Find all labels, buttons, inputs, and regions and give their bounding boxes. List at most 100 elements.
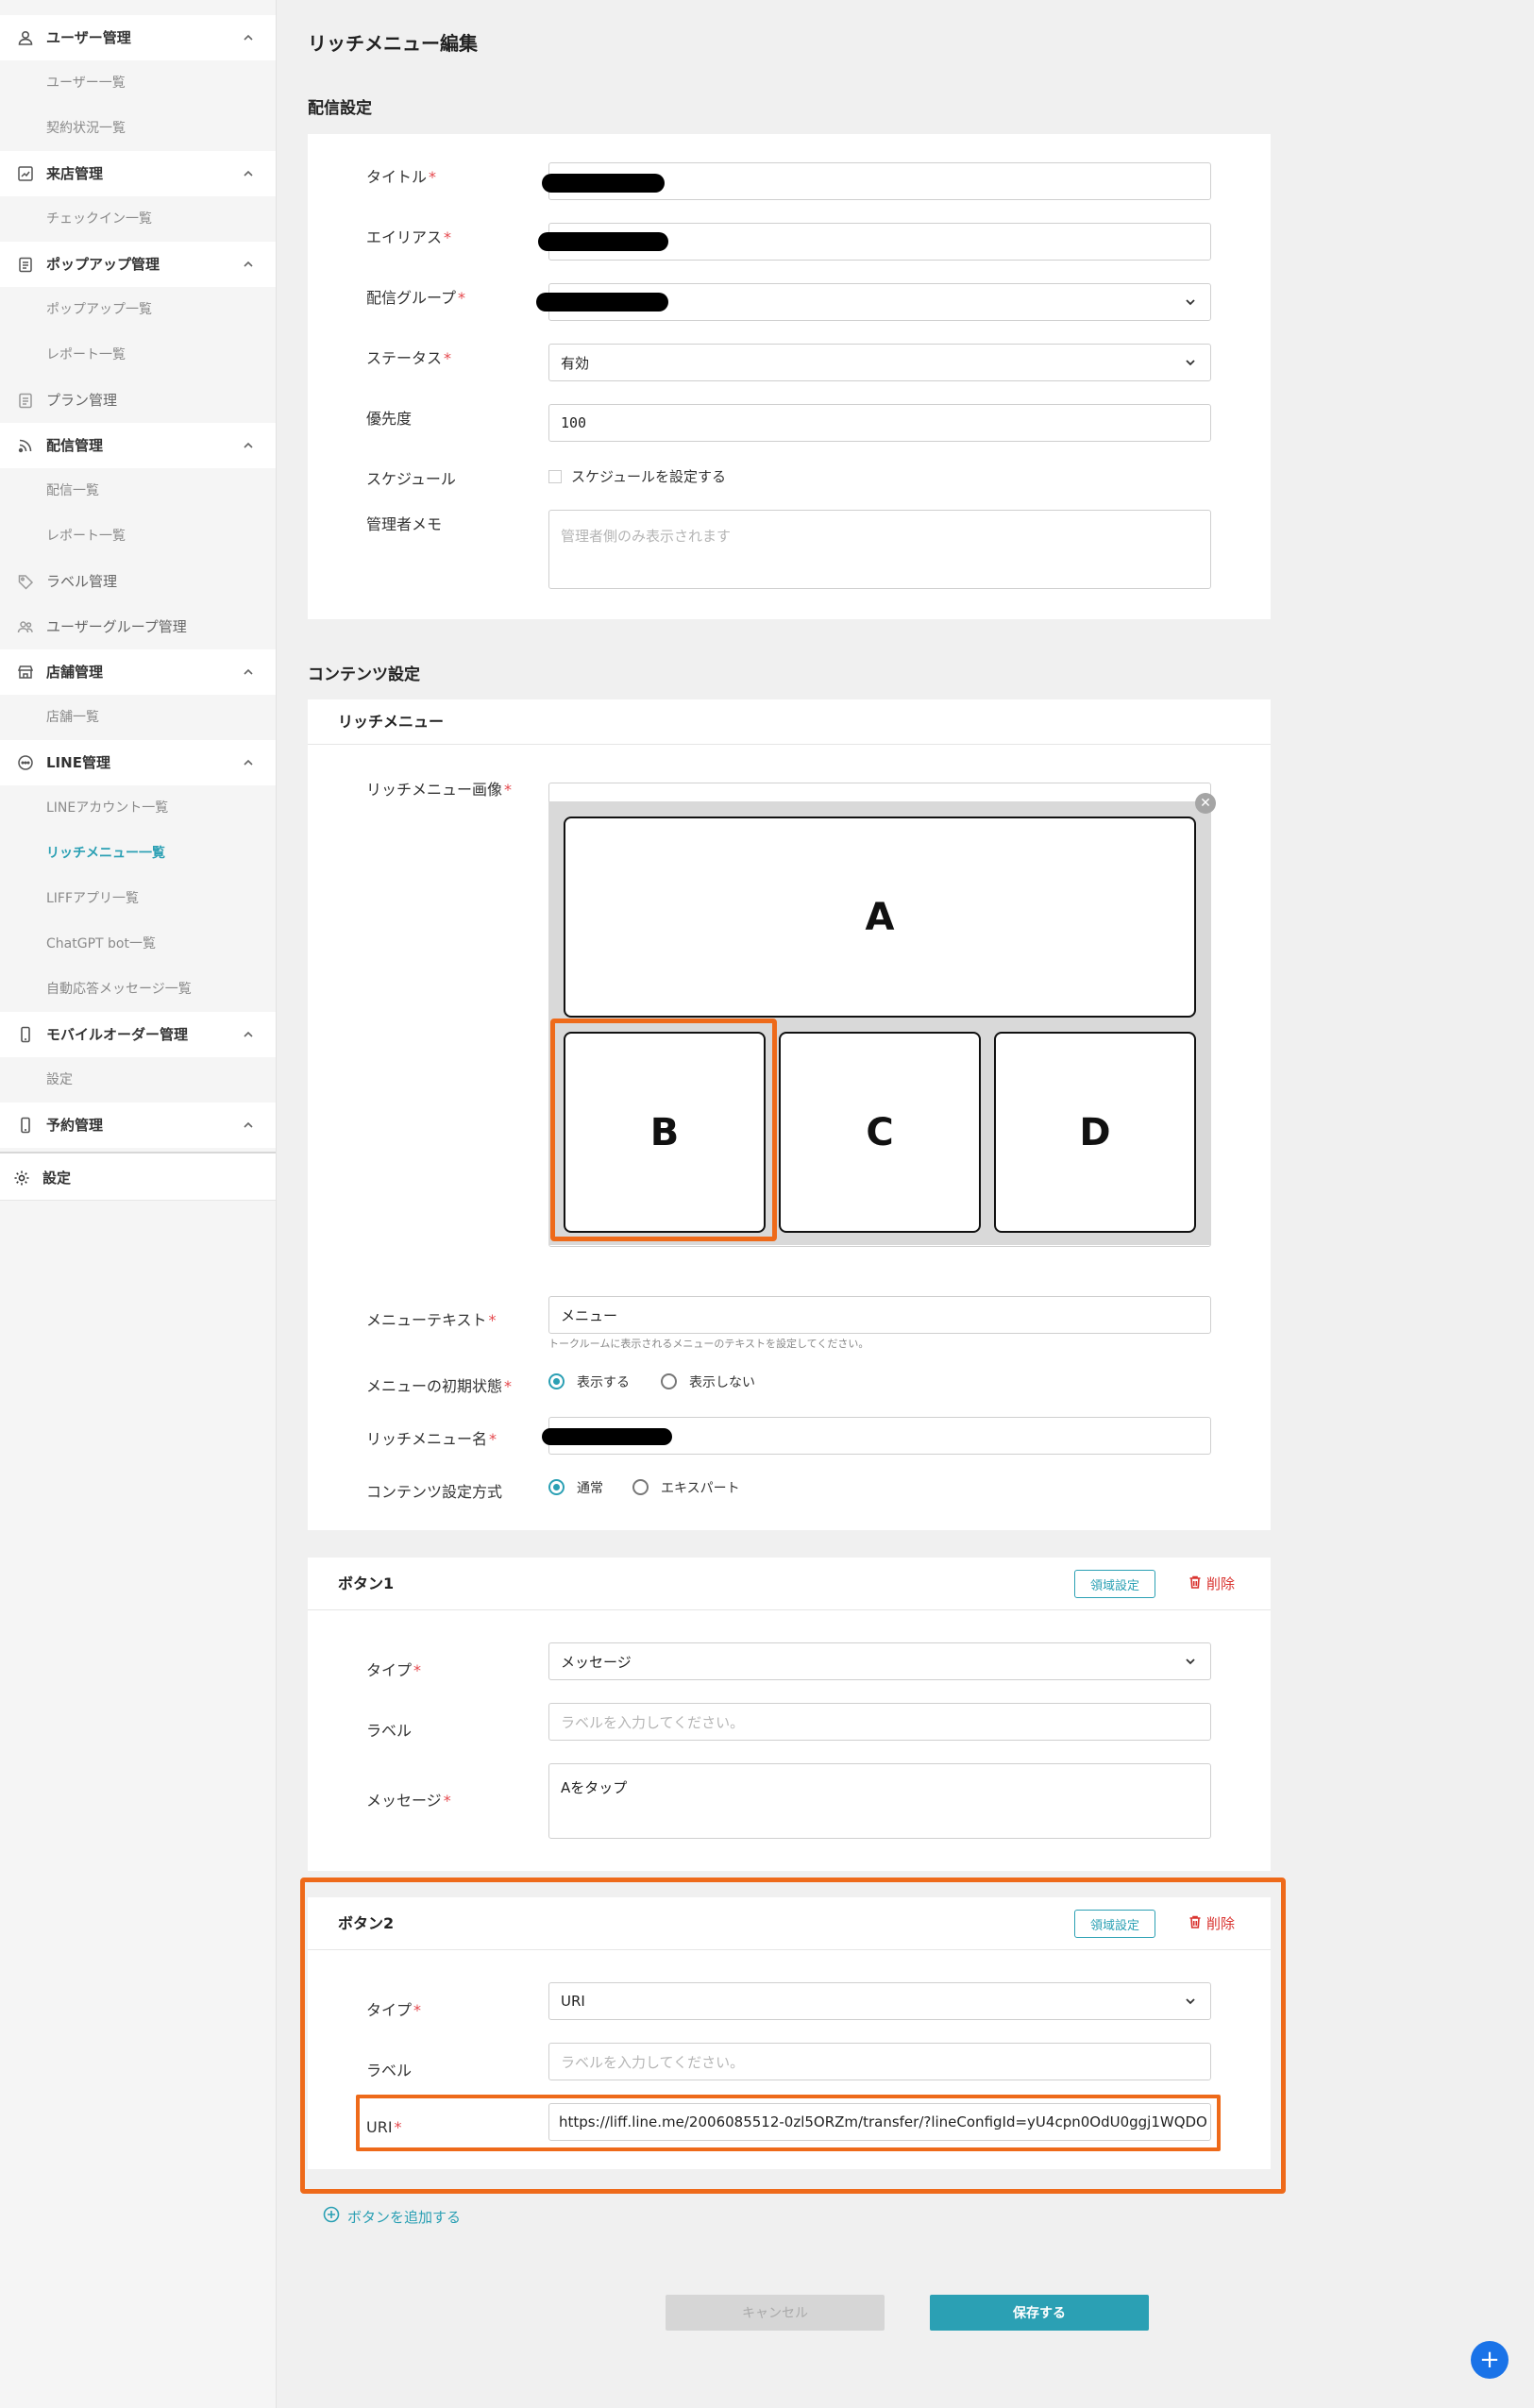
store-icon bbox=[17, 664, 34, 681]
richmenu-area-d[interactable]: D bbox=[994, 1032, 1196, 1233]
sidebar-group-visit-management[interactable]: 来店管理 bbox=[0, 151, 276, 196]
button1-message-textarea[interactable]: Aをタップ bbox=[548, 1763, 1211, 1839]
fab-add-button[interactable]: + bbox=[1471, 2341, 1509, 2379]
section-title-delivery: 配信設定 bbox=[308, 99, 372, 118]
clipboard-icon bbox=[17, 256, 34, 273]
priority-input[interactable]: 100 bbox=[548, 404, 1211, 442]
section-title-content: コンテンツ設定 bbox=[308, 665, 420, 684]
clipboard-icon bbox=[17, 392, 34, 409]
sidebar-group-label: モバイルオーダー管理 bbox=[46, 1026, 189, 1043]
richmenu-area-c[interactable]: C bbox=[779, 1032, 981, 1233]
sidebar-item-line-account-list[interactable]: LINEアカウント一覧 bbox=[0, 785, 276, 831]
sidebar-group-delivery-management[interactable]: 配信管理 bbox=[0, 423, 276, 468]
sidebar-item-liff-list[interactable]: LIFFアプリ一覧 bbox=[0, 876, 276, 921]
sidebar-item-delivery-report[interactable]: レポート一覧 bbox=[0, 514, 276, 559]
menu-text-help: トークルームに表示されるメニューのテキストを設定してください。 bbox=[548, 1338, 869, 1350]
chevron-up-icon bbox=[242, 1027, 255, 1040]
sidebar-item-chatgpt-list[interactable]: ChatGPT bot一覧 bbox=[0, 921, 276, 967]
remove-image-icon[interactable]: ✕ bbox=[1195, 793, 1216, 814]
sidebar-group-label: 来店管理 bbox=[46, 165, 104, 182]
sidebar-item-usergroup-management[interactable]: ユーザーグループ管理 bbox=[0, 604, 276, 649]
sidebar-group-line-management[interactable]: LINE管理 bbox=[0, 740, 276, 785]
sidebar-item-richmenu-list[interactable]: リッチメニュー一覧 bbox=[0, 831, 276, 876]
richmenu-card: リッチメニュー リッチメニュー画像 * ✕ A B C D メニューテキスト * メ… bbox=[308, 699, 1271, 1530]
chevron-down-icon bbox=[1184, 295, 1197, 309]
button1-card: ボタン1 領域設定 削除 タイプ * メッセージ ラベル ラベルを入力してください… bbox=[308, 1558, 1271, 1871]
sidebar-item-contract-status[interactable]: 契約状況一覧 bbox=[0, 106, 276, 151]
plus-icon: + bbox=[1479, 2346, 1500, 2374]
richmenu-image-label: リッチメニュー画像 * bbox=[366, 781, 513, 799]
content-mode-expert-radio[interactable] bbox=[632, 1479, 649, 1495]
sidebar-group-user-management[interactable]: ユーザー管理 bbox=[0, 15, 276, 60]
initial-state-hide-label: 表示しない bbox=[689, 1375, 755, 1390]
richmenu-area-a[interactable]: A bbox=[564, 817, 1196, 1018]
status-select[interactable]: 有効 bbox=[548, 344, 1211, 381]
sidebar-group-mobile-order-management[interactable]: モバイルオーダー管理 bbox=[0, 1012, 276, 1057]
trash-icon bbox=[1188, 1574, 1203, 1593]
redacted-value bbox=[536, 293, 668, 312]
sidebar-item-popup-list[interactable]: ポップアップ一覧 bbox=[0, 287, 276, 332]
delivery-group-label: 配信グループ * bbox=[366, 289, 466, 307]
gear-icon bbox=[13, 1170, 30, 1187]
sidebar-item-popup-report[interactable]: レポート一覧 bbox=[0, 332, 276, 378]
sidebar-item-label-management[interactable]: ラベル管理 bbox=[0, 559, 276, 604]
sidebar-item-settings[interactable]: 設定 bbox=[0, 1152, 276, 1201]
initial-state-show-radio[interactable] bbox=[548, 1373, 565, 1389]
button1-label-label: ラベル bbox=[366, 1722, 413, 1740]
add-button-link[interactable]: ボタンを追加する bbox=[323, 2206, 461, 2227]
button1-label-placeholder: ラベルを入力してください。 bbox=[561, 1713, 745, 1731]
chevron-up-icon bbox=[242, 30, 255, 43]
richmenu-name-label: リッチメニュー名 * bbox=[366, 1430, 497, 1448]
chevron-up-icon bbox=[242, 755, 255, 768]
sidebar-group-label: ポップアップ管理 bbox=[46, 256, 160, 273]
schedule-label: スケジュール bbox=[366, 470, 456, 488]
status-label: ステータス * bbox=[366, 349, 452, 367]
sidebar-group-popup-management[interactable]: ポップアップ管理 bbox=[0, 242, 276, 287]
sidebar-group-label: ラベル管理 bbox=[46, 573, 118, 590]
sidebar-item-delivery-list[interactable]: 配信一覧 bbox=[0, 468, 276, 514]
chart-icon bbox=[17, 165, 34, 182]
save-button[interactable]: 保存する bbox=[930, 2295, 1149, 2331]
delete-label: 削除 bbox=[1206, 1575, 1236, 1592]
memo-label: 管理者メモ bbox=[366, 515, 443, 533]
highlight-uri-row bbox=[356, 2095, 1221, 2151]
initial-state-hide-radio[interactable] bbox=[661, 1373, 677, 1389]
initial-state-label: メニューの初期状態 * bbox=[366, 1377, 513, 1395]
sidebar-group-label: プラン管理 bbox=[46, 392, 118, 409]
menu-text-input[interactable]: メニュー bbox=[548, 1296, 1211, 1334]
sidebar-item-checkin-list[interactable]: チェックイン一覧 bbox=[0, 196, 276, 242]
sidebar-group-reservation-management[interactable]: 予約管理 bbox=[0, 1103, 276, 1148]
content-mode-label: コンテンツ設定方式 bbox=[366, 1483, 503, 1501]
schedule-checkbox[interactable] bbox=[548, 470, 562, 483]
plus-circle-icon bbox=[323, 2206, 340, 2227]
priority-input-value: 100 bbox=[561, 414, 587, 431]
sidebar-item-plan-management[interactable]: プラン管理 bbox=[0, 378, 276, 423]
sidebar-group-store-management[interactable]: 店舗管理 bbox=[0, 649, 276, 695]
button1-label-input[interactable]: ラベルを入力してください。 bbox=[548, 1703, 1211, 1741]
sidebar-item-auto-reply-list[interactable]: 自動応答メッセージ一覧 bbox=[0, 967, 276, 1012]
content-mode-expert-label: エキスパート bbox=[661, 1481, 740, 1496]
button1-area-settings-button[interactable]: 領域設定 bbox=[1074, 1570, 1155, 1598]
button1-delete-button[interactable]: 削除 bbox=[1188, 1574, 1235, 1593]
sidebar-group-label: 配信管理 bbox=[46, 437, 104, 454]
alias-label: エイリアス * bbox=[366, 228, 452, 246]
chevron-up-icon bbox=[242, 1118, 255, 1131]
button1-type-select[interactable]: メッセージ bbox=[548, 1642, 1211, 1680]
status-select-value: 有効 bbox=[561, 354, 590, 372]
button1-type-label: タイプ * bbox=[366, 1661, 422, 1679]
richmenu-card-title: リッチメニュー bbox=[308, 699, 1271, 745]
chevron-down-icon bbox=[1184, 1655, 1197, 1668]
cancel-button[interactable]: キャンセル bbox=[666, 2295, 885, 2331]
button1-type-value: メッセージ bbox=[561, 1653, 632, 1671]
button1-message-value: Aをタップ bbox=[561, 1779, 628, 1796]
sidebar-item-store-list[interactable]: 店舗一覧 bbox=[0, 695, 276, 740]
sidebar-item-user-list[interactable]: ユーザー一覧 bbox=[0, 60, 276, 106]
chevron-up-icon bbox=[242, 665, 255, 678]
chevron-up-icon bbox=[242, 438, 255, 451]
chevron-up-icon bbox=[242, 166, 255, 179]
schedule-checkbox-label: スケジュールを設定する bbox=[571, 468, 726, 485]
sidebar-group-label: 予約管理 bbox=[46, 1117, 104, 1134]
content-mode-normal-radio[interactable] bbox=[548, 1479, 565, 1495]
sidebar-item-mobile-order-settings[interactable]: 設定 bbox=[0, 1057, 276, 1103]
memo-textarea[interactable]: 管理者側のみ表示されます bbox=[548, 510, 1211, 589]
